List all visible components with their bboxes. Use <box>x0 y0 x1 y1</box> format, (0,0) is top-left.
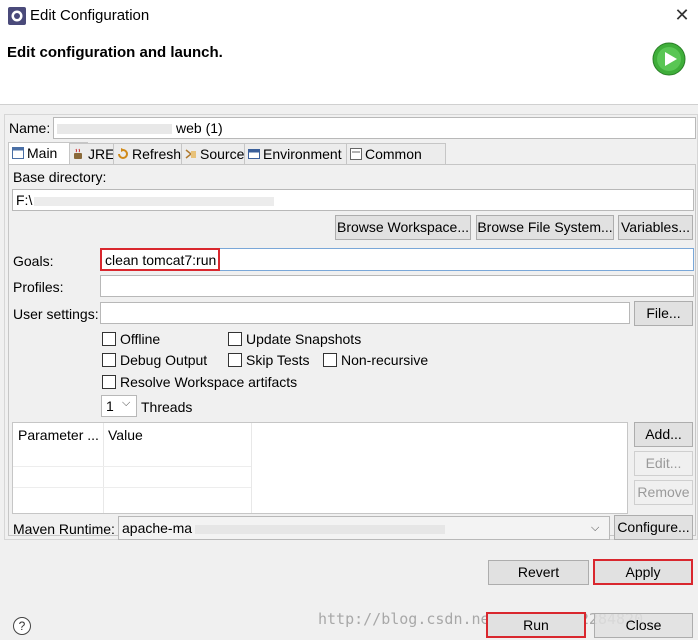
threads-label: Threads <box>141 399 193 415</box>
name-field[interactable]: web (1) <box>53 117 696 139</box>
redacted-text <box>57 124 172 135</box>
remove-button[interactable]: Remove <box>634 480 693 505</box>
run-launch-icon <box>652 42 686 76</box>
edit-button[interactable]: Edit... <box>634 451 693 476</box>
variables-button[interactable]: Variables... <box>618 215 693 240</box>
debug-output-checkbox[interactable] <box>102 353 116 367</box>
name-label: Name: <box>9 120 51 136</box>
source-icon <box>185 149 196 159</box>
common-icon <box>350 148 362 160</box>
column-divider <box>251 423 252 513</box>
eclipse-app-icon <box>8 7 26 25</box>
window-title: Edit Configuration <box>30 7 150 24</box>
maven-runtime-value: apache-ma <box>122 520 193 536</box>
dialog-header-title: Edit configuration and launch. <box>7 44 223 61</box>
threads-select[interactable]: 1 ⌵ <box>101 395 137 417</box>
file-button[interactable]: File... <box>634 301 693 326</box>
profiles-field[interactable] <box>100 275 694 297</box>
tab-environment-label: Environment <box>263 146 342 162</box>
update-snapshots-checkbox[interactable] <box>228 332 242 346</box>
debug-output-label: Debug Output <box>120 352 208 368</box>
chevron-down-icon: ⌵ <box>591 522 600 534</box>
name-value: web (1) <box>176 120 223 136</box>
column-header-value[interactable]: Value <box>103 423 251 447</box>
refresh-icon <box>118 148 128 159</box>
close-button[interactable]: Close <box>594 613 693 638</box>
goals-label: Goals: <box>13 253 54 269</box>
parameters-table[interactable]: Parameter ... Value <box>12 422 628 514</box>
non-recursive-checkbox[interactable] <box>323 353 337 367</box>
tab-source-label: Source <box>200 146 245 162</box>
jre-icon <box>74 148 82 159</box>
user-settings-field[interactable] <box>100 302 630 324</box>
redacted-text <box>34 196 275 206</box>
column-divider <box>103 423 104 513</box>
row-divider <box>13 466 251 467</box>
redacted-text <box>195 524 446 534</box>
offline-checkbox[interactable] <box>102 332 116 346</box>
configure-button[interactable]: Configure... <box>614 515 693 540</box>
update-snapshots-label: Update Snapshots <box>246 331 362 347</box>
main-tab-icon <box>12 147 24 159</box>
tab-common[interactable]: Common <box>346 143 446 165</box>
offline-label: Offline <box>120 331 161 347</box>
tab-common-label: Common <box>365 146 422 162</box>
skip-tests-label: Skip Tests <box>246 352 310 368</box>
tab-refresh-label: Refresh <box>132 146 182 162</box>
base-directory-value: F:\ <box>16 192 33 208</box>
resolve-workspace-label: Resolve Workspace artifacts <box>120 374 298 390</box>
threads-value: 1 <box>106 398 114 414</box>
run-button[interactable]: Run <box>486 612 586 638</box>
help-icon[interactable]: ? <box>13 617 31 635</box>
non-recursive-label: Non-recursive <box>341 352 429 368</box>
chevron-down-icon: ⌵ <box>122 397 131 409</box>
base-directory-field[interactable]: F:\ <box>12 189 694 211</box>
revert-button[interactable]: Revert <box>488 560 589 585</box>
goals-value: clean tomcat7:run <box>100 248 220 271</box>
browse-workspace-button[interactable]: Browse Workspace... <box>335 215 471 240</box>
row-divider <box>13 487 251 488</box>
skip-tests-checkbox[interactable] <box>228 353 242 367</box>
maven-runtime-label: Maven Runtime: <box>13 521 115 537</box>
title-bar: Edit Configuration ✕ <box>0 0 698 32</box>
tab-main-label: Main <box>27 145 58 161</box>
browse-file-system-button[interactable]: Browse File System... <box>476 215 614 240</box>
maven-runtime-select[interactable]: apache-ma ⌵ <box>118 516 610 540</box>
user-settings-label: User settings: <box>13 306 99 322</box>
tab-jre-label: JRE <box>88 146 115 162</box>
resolve-workspace-checkbox[interactable] <box>102 375 116 389</box>
column-header-parameter[interactable]: Parameter ... <box>13 423 103 447</box>
profiles-label: Profiles: <box>13 279 64 295</box>
apply-button[interactable]: Apply <box>593 559 693 585</box>
close-icon[interactable]: ✕ <box>670 3 694 27</box>
base-directory-label: Base directory: <box>13 169 107 185</box>
add-button[interactable]: Add... <box>634 422 693 447</box>
environment-icon <box>248 149 260 159</box>
